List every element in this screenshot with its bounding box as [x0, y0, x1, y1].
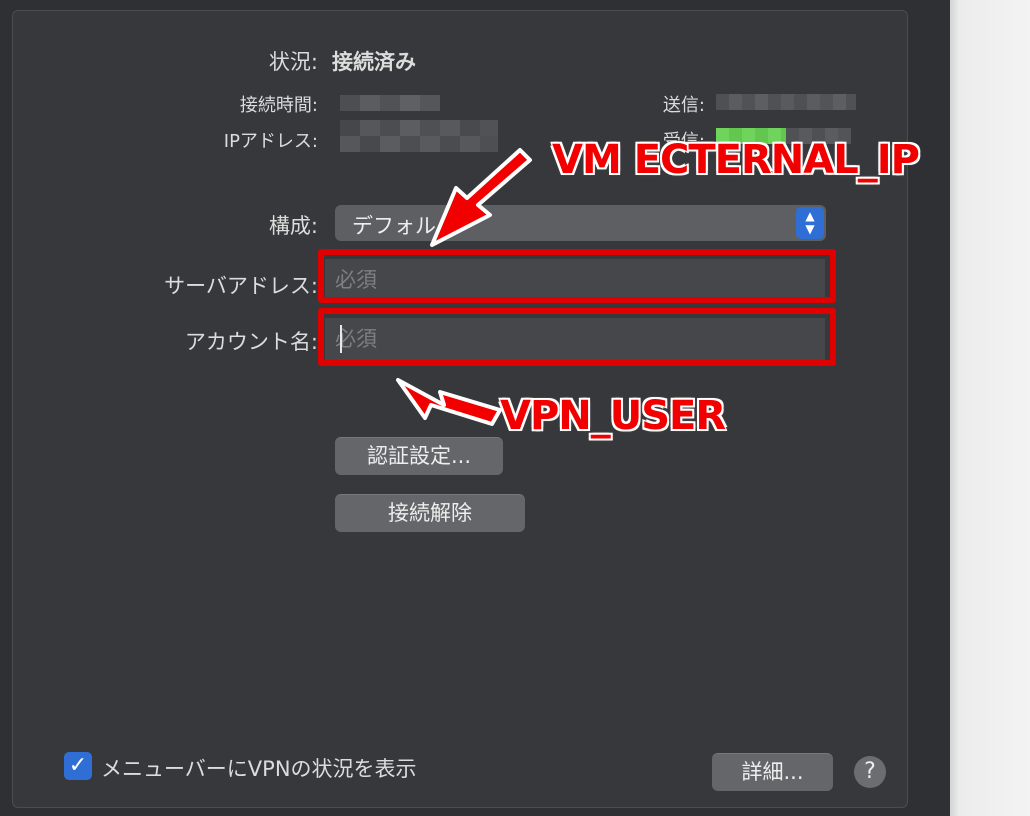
server-annotation-text: VM ECTERNAL_IP [551, 136, 921, 184]
arrow-icon [396, 378, 502, 426]
account-annotation-text: VPN_USER [499, 392, 727, 440]
arrow-icon [430, 148, 532, 247]
